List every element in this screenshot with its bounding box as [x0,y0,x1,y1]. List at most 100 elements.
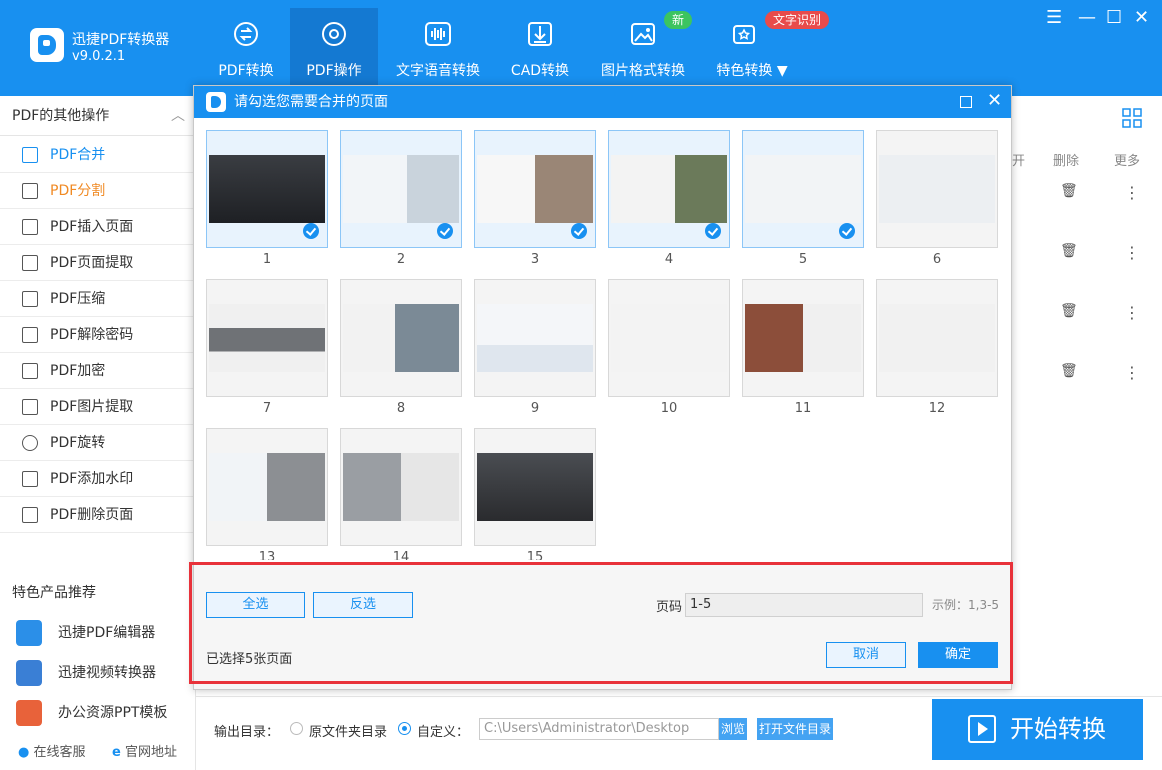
sidebar-item-split[interactable]: PDF分割 [0,173,196,209]
sidebar-item-rotate[interactable]: PDF旋转 [0,425,196,461]
page-thumbnail[interactable]: 1 [206,130,328,267]
page-number: 4 [664,252,674,267]
checked-icon [571,223,587,239]
page-thumbnail[interactable]: 14 [340,428,462,560]
thumbnail-frame [474,279,596,397]
new-badge: 新 [664,11,693,29]
trash-icon[interactable]: 🗑 [1060,243,1078,259]
page-thumbnail[interactable]: 8 [340,279,462,416]
tab-pdf-operations[interactable]: PDF操作 [290,8,378,92]
sidebar-item-watermark[interactable]: PDF添加水印 [0,461,196,497]
page-thumbnail[interactable]: 6 [876,130,998,267]
slide-preview [477,453,593,521]
website-label: 官网地址 [124,745,177,760]
sidebar-item-compress[interactable]: PDF压缩 [0,281,196,317]
menu-icon[interactable]: ☰ [1046,9,1062,27]
title-bar [0,0,1162,96]
sidebar-item-extract-page[interactable]: PDF页面提取 [0,245,196,281]
special-convert-icon [733,25,755,44]
sidebar-item-delete-page[interactable]: PDF删除页面 [0,497,196,533]
page-thumbnail[interactable]: 5 [742,130,864,267]
thumbnail-frame [474,428,596,546]
more-icon[interactable]: ⋮ [1124,243,1140,262]
product-pdf-editor[interactable]: 迅捷PDF编辑器 [16,618,192,648]
sidebar-item-extract-images[interactable]: PDF图片提取 [0,389,196,425]
start-convert-label: 开始转换 [1010,715,1106,743]
grid-view-icon[interactable] [1122,108,1142,128]
product-ppt-templates[interactable]: 办公资源PPT模板 [16,698,192,728]
column-more: 更多 [1114,154,1141,169]
image-icon [22,399,38,415]
start-convert-button[interactable]: 开始转换 [932,699,1143,760]
page-thumbnail[interactable]: 15 [474,428,596,560]
page-number: 11 [794,401,812,416]
page-thumbnail[interactable]: 4 [608,130,730,267]
sidebar-item-label: PDF加密 [50,363,106,379]
sidebar-item-remove-password[interactable]: PDF解除密码 [0,317,196,353]
tab-label: 文字语音转换 [396,63,480,79]
page-thumbnail[interactable]: 12 [876,279,998,416]
maximize-icon[interactable]: ☐ [1106,9,1122,27]
slide-preview [477,155,593,223]
slide-preview [879,304,995,372]
sidebar-item-encrypt[interactable]: PDF加密 [0,353,196,389]
slide-preview [745,155,861,223]
tab-cad-convert[interactable]: CAD转换 [500,8,580,92]
thumbnail-frame [876,130,998,248]
user-icon: ● [18,745,30,760]
close-icon[interactable]: ✕ [1134,9,1149,27]
page-number: 6 [932,252,942,267]
website-link[interactable]: e 官网地址 [112,741,177,760]
slide-preview [477,304,593,372]
online-support-link[interactable]: ● 在线客服 [18,741,86,760]
output-path-input[interactable]: C:\Users\Administrator\Desktop [479,718,719,740]
sidebar-item-merge[interactable]: PDF合并 [0,137,196,173]
more-icon[interactable]: ⋮ [1124,183,1140,202]
online-support-label: 在线客服 [33,745,86,760]
slide-preview [343,155,459,223]
ocr-badge: 文字识别 [765,11,830,29]
slide-preview [343,453,459,521]
radio-custom-folder[interactable] [398,722,411,735]
sidebar-item-insert-page[interactable]: PDF插入页面 [0,209,196,245]
app-version: v9.0.2.1 [72,49,126,64]
page-thumbnail[interactable]: 9 [474,279,596,416]
tab-pdf-convert[interactable]: PDF转换 [202,8,290,92]
play-icon [968,715,996,743]
more-icon[interactable]: ⋮ [1124,363,1140,382]
tab-label: CAD转换 [510,63,570,79]
open-folder-button[interactable]: 打开文件目录 [757,718,833,740]
page-thumbnail[interactable]: 11 [742,279,864,416]
slide-preview [611,155,727,223]
sidebar-header[interactable]: PDF的其他操作 ︿ [0,96,195,136]
tab-text-speech[interactable]: 文字语音转换 [386,8,490,92]
thumbnail-frame [340,428,462,546]
trash-icon[interactable]: 🗑 [1060,303,1078,319]
rotate-icon [22,435,38,451]
gear-icon [322,22,346,46]
cad-icon [528,22,552,46]
radio-source-folder[interactable] [290,722,303,735]
app-name: 迅捷PDF转换器 [72,32,170,48]
insert-page-icon [22,219,38,235]
close-icon[interactable]: ✕ [987,90,1002,112]
product-video-converter[interactable]: 迅捷视频转换器 [16,658,192,688]
page-thumbnail[interactable]: 13 [206,428,328,560]
more-icon[interactable]: ⋮ [1124,303,1140,322]
page-thumbnail[interactable]: 10 [608,279,730,416]
page-number: 2 [396,252,406,267]
watermark-icon [22,471,38,487]
minimize-icon[interactable]: — [1078,9,1096,27]
trash-icon[interactable]: 🗑 [1060,363,1078,379]
trash-icon[interactable]: 🗑 [1060,183,1078,199]
page-thumbnail[interactable]: 2 [340,130,462,267]
dialog-title: 请勾选您需要合并的页面 [234,94,388,110]
video-converter-icon [16,660,42,686]
thumbnail-frame [340,279,462,397]
sidebar-item-label: PDF页面提取 [50,255,134,271]
page-thumbnail[interactable]: 7 [206,279,328,416]
browse-button[interactable]: 浏览 [719,718,747,740]
audio-wave-icon [425,22,451,46]
maximize-icon[interactable] [960,96,972,108]
page-thumbnail[interactable]: 3 [474,130,596,267]
